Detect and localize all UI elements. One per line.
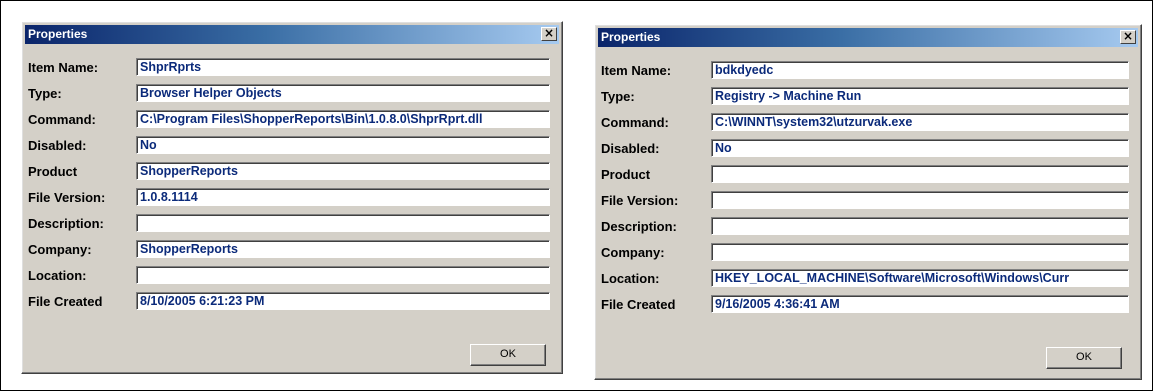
file-created-field[interactable]: 9/16/2005 4:36:41 AM (711, 295, 1129, 313)
disabled-field[interactable]: No (136, 136, 550, 154)
location-label: Location: (601, 271, 660, 286)
row-file-created: File Created 9/16/2005 4:36:41 AM (595, 295, 1141, 315)
item-name-label: Item Name: (28, 60, 99, 75)
properties-dialog-right: Properties × Item Name: bdkdyedc Type: R… (594, 24, 1142, 380)
location-label: Location: (28, 268, 87, 283)
row-file-version: File Version: (595, 191, 1141, 211)
item-name-field[interactable]: ShprRprts (136, 58, 550, 76)
title-bar[interactable]: Properties × (25, 25, 559, 44)
type-field[interactable]: Registry -> Machine Run (711, 87, 1129, 105)
ok-button[interactable]: OK (1046, 347, 1122, 369)
type-field[interactable]: Browser Helper Objects (136, 84, 550, 102)
description-field[interactable] (136, 214, 550, 232)
dialog-title: Properties (601, 30, 661, 44)
row-location: Location: HKEY_LOCAL_MACHINE\Software\Mi… (595, 269, 1141, 289)
command-label: Command: (28, 112, 96, 127)
location-field[interactable]: HKEY_LOCAL_MACHINE\Software\Microsoft\Wi… (711, 269, 1129, 287)
product-field[interactable]: ShopperReports (136, 162, 550, 180)
row-item-name: Item Name: bdkdyedc (595, 61, 1141, 81)
location-field[interactable] (136, 266, 550, 284)
file-created-field[interactable]: 8/10/2005 6:21:23 PM (136, 292, 550, 310)
row-description: Description: (595, 217, 1141, 237)
description-label: Description: (601, 219, 677, 234)
company-label: Company: (601, 245, 665, 260)
row-type: Type: Browser Helper Objects (22, 84, 562, 104)
company-field[interactable]: ShopperReports (136, 240, 550, 258)
row-product: Product ShopperReports (22, 162, 562, 182)
file-version-label: File Version: (601, 193, 679, 208)
row-type: Type: Registry -> Machine Run (595, 87, 1141, 107)
company-label: Company: (28, 242, 92, 257)
file-version-field[interactable] (711, 191, 1129, 209)
row-disabled: Disabled: No (22, 136, 562, 156)
row-disabled: Disabled: No (595, 139, 1141, 159)
product-label: Product (28, 164, 78, 179)
row-product: Product (595, 165, 1141, 185)
file-created-label: File Created (28, 294, 103, 309)
command-label: Command: (601, 115, 669, 130)
type-label: Type: (28, 86, 62, 101)
disabled-field[interactable]: No (711, 139, 1129, 157)
type-label: Type: (601, 89, 635, 104)
file-version-field[interactable]: 1.0.8.1114 (136, 188, 550, 206)
title-bar[interactable]: Properties × (598, 28, 1138, 47)
close-icon[interactable]: × (1120, 30, 1136, 44)
row-description: Description: (22, 214, 562, 234)
dialog-title: Properties (28, 27, 88, 41)
item-name-field[interactable]: bdkdyedc (711, 61, 1129, 79)
command-field[interactable]: C:\WINNT\system32\utzurvak.exe (711, 113, 1129, 131)
close-icon[interactable]: × (541, 27, 557, 41)
description-field[interactable] (711, 217, 1129, 235)
row-company: Company: (595, 243, 1141, 263)
ok-button[interactable]: OK (470, 344, 546, 366)
row-company: Company: ShopperReports (22, 240, 562, 260)
row-file-created: File Created 8/10/2005 6:21:23 PM (22, 292, 562, 312)
product-field[interactable] (711, 165, 1129, 183)
disabled-label: Disabled: (601, 141, 660, 156)
product-label: Product (601, 167, 651, 182)
file-version-label: File Version: (28, 190, 106, 205)
row-location: Location: (22, 266, 562, 286)
row-file-version: File Version: 1.0.8.1114 (22, 188, 562, 208)
row-item-name: Item Name: ShprRprts (22, 58, 562, 78)
command-field[interactable]: C:\Program Files\ShopperReports\Bin\1.0.… (136, 110, 550, 128)
row-command: Command: C:\Program Files\ShopperReports… (22, 110, 562, 130)
disabled-label: Disabled: (28, 138, 87, 153)
description-label: Description: (28, 216, 104, 231)
row-command: Command: C:\WINNT\system32\utzurvak.exe (595, 113, 1141, 133)
item-name-label: Item Name: (601, 63, 672, 78)
company-field[interactable] (711, 243, 1129, 261)
properties-dialog-left: Properties × Item Name: ShprRprts Type: … (21, 21, 563, 374)
file-created-label: File Created (601, 297, 676, 312)
